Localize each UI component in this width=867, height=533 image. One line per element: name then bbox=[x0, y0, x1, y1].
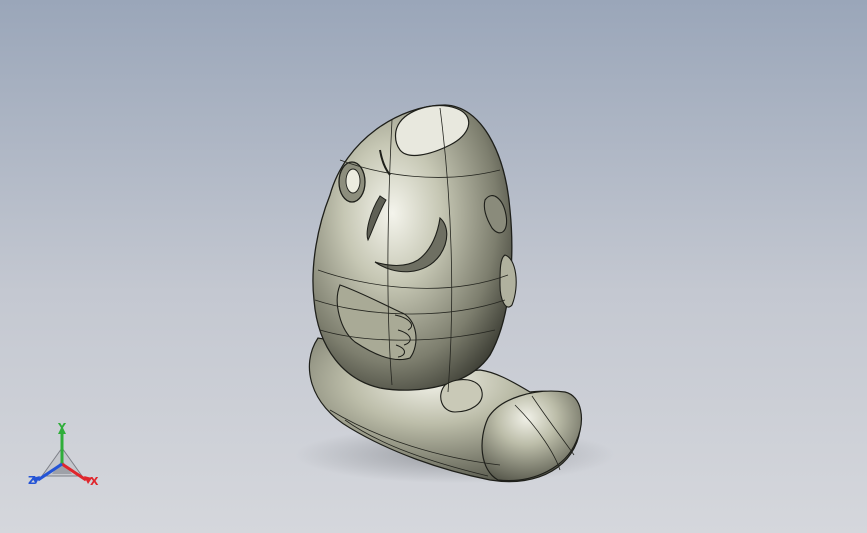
view-orientation-triad[interactable]: Y Z X bbox=[22, 418, 112, 498]
graphics-viewport[interactable]: Y Z X bbox=[0, 0, 867, 533]
3d-model-view[interactable] bbox=[0, 0, 867, 533]
triad-z-label: Z bbox=[28, 474, 36, 487]
triad-y-label: Y bbox=[58, 421, 66, 434]
model-eye-inner bbox=[345, 168, 361, 194]
triad-x-label: X bbox=[90, 475, 99, 488]
model-right-arm bbox=[499, 254, 517, 308]
